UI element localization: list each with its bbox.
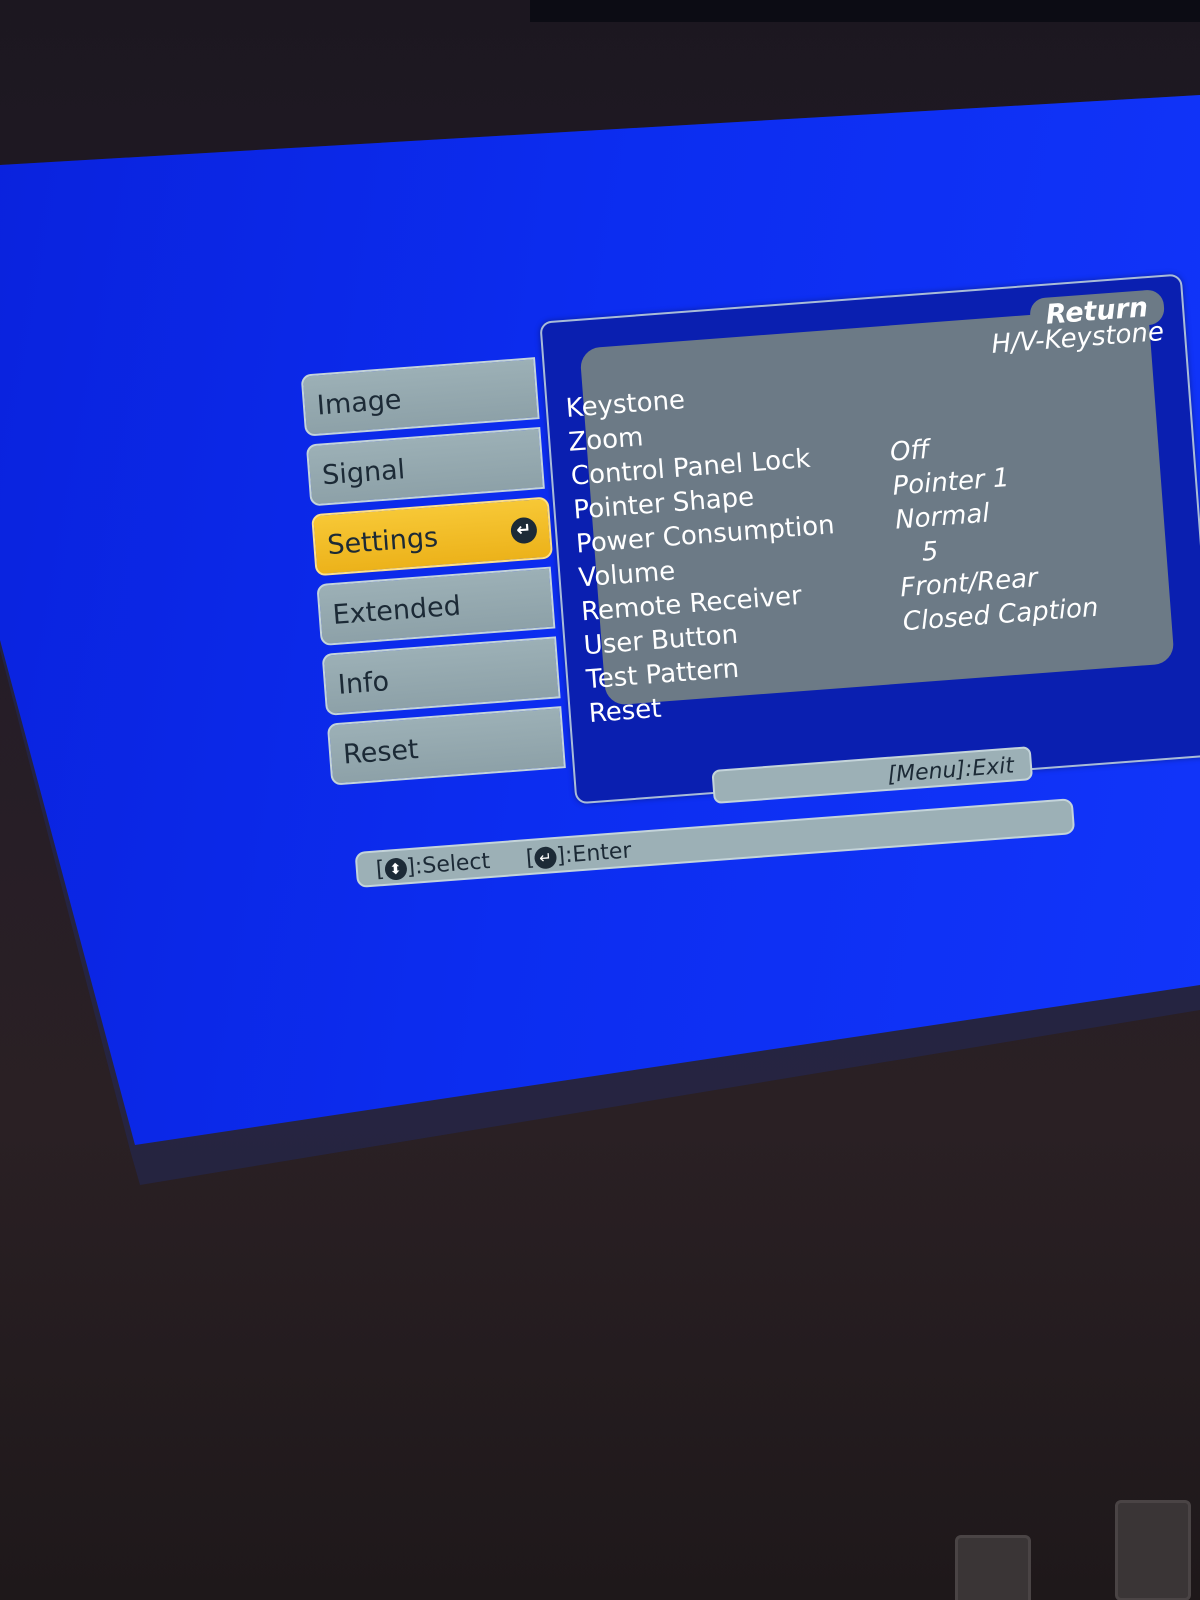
select-hint-prefix: [ [375, 856, 386, 883]
tab-signal[interactable]: Signal [305, 426, 545, 507]
tab-settings[interactable]: Settings ↵ [311, 496, 554, 577]
tab-label: Settings [326, 521, 440, 562]
wall-outlet [1115, 1500, 1191, 1600]
enter-icon: ↵ [533, 845, 558, 870]
select-hint-suffix: ]:Select [405, 848, 492, 881]
room-dark-edge [530, 0, 1200, 22]
updown-arrow-icon: ⬍ [383, 857, 408, 881]
tab-label: Signal [321, 454, 407, 492]
tab-info[interactable]: Info [321, 636, 561, 716]
tab-label: Image [315, 384, 403, 422]
enter-hint-suffix: ]:Enter [555, 838, 633, 869]
tab-label: Info [336, 666, 391, 701]
setting-value: 5 [920, 536, 940, 568]
setting-label: Reset [587, 693, 663, 730]
projector-menu: Image Signal Settings ↵ Extended Info Re… [295, 234, 1200, 918]
tab-extended[interactable]: Extended [316, 566, 556, 647]
setting-value: Off [889, 434, 931, 468]
settings-panel: Return H/V-Keystone Keystone Zoom Contro… [539, 273, 1200, 805]
enter-icon: ↵ [509, 516, 538, 545]
tab-label: Reset [342, 734, 420, 771]
settings-list: Keystone Zoom Control Panel Lock Off Poi… [565, 352, 1129, 732]
tab-label: Extended [331, 590, 462, 632]
wall-outlet [955, 1535, 1031, 1600]
tab-image[interactable]: Image [300, 357, 540, 437]
tab-reset[interactable]: Reset [326, 706, 566, 786]
setting-label: Zoom [567, 422, 645, 458]
menu-tabs: Image Signal Settings ↵ Extended Info Re… [300, 356, 582, 794]
